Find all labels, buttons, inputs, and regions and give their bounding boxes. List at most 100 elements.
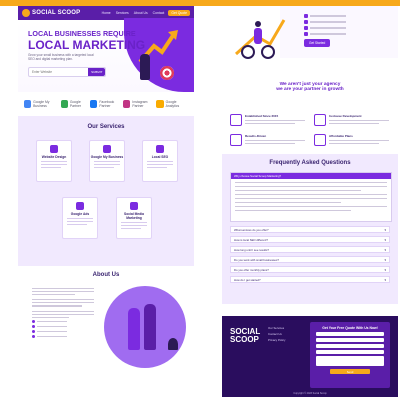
nav-link-contact[interactable]: Contact [153, 11, 165, 15]
nav-link-services[interactable]: Services [116, 11, 129, 15]
faq-heading: Frequently Asked Questions [269, 160, 351, 166]
chevron-down-icon: ▾ [384, 227, 386, 232]
footer-links: Our Services Contact Us Privacy Policy [268, 326, 285, 344]
chevron-down-icon: ▾ [384, 237, 386, 242]
feature-icon [230, 114, 242, 126]
check-icon [32, 324, 35, 328]
faq-item[interactable]: Do you work with small businesses? ▾ [230, 256, 390, 263]
faq-item[interactable]: How is local SEO different? ▾ [230, 236, 390, 243]
copyright: Copyright © 2023 Social Scoop [293, 392, 327, 395]
feature-item: Results-Driven [230, 134, 310, 150]
google-business-icon [103, 145, 111, 153]
google-analytics-icon [156, 100, 164, 108]
service-card-google-my-business[interactable]: Google My Business [89, 140, 125, 182]
about-bullet [32, 334, 94, 338]
hero-title-line2: LOCAL MARKETING [28, 38, 146, 52]
nav-link-home[interactable]: Home [102, 11, 111, 15]
instagram-icon [123, 100, 131, 108]
feature-icon [314, 134, 326, 146]
team-figure-illustration [128, 308, 140, 350]
faq-open-item[interactable]: Why choose Social Scoop Marketing? [230, 172, 392, 222]
about-bullet [32, 319, 94, 323]
check-icon [32, 334, 35, 338]
chevron-down-icon: ▾ [384, 267, 386, 272]
send-button[interactable]: Send [330, 369, 370, 374]
faq-item[interactable]: How do I get started? ▾ [230, 276, 390, 283]
footer-link[interactable]: Privacy Policy [268, 338, 285, 342]
google-partner-icon [60, 100, 68, 108]
chevron-down-icon: ▾ [384, 247, 386, 252]
service-card-social-media[interactable]: Social Media Marketing [116, 197, 152, 239]
hero-subtitle: Grow your small business with a targeted… [28, 53, 94, 62]
target-icon [160, 66, 174, 80]
logo-mark-icon [22, 9, 30, 17]
services-section: Our Services Website Design Google My Bu… [18, 116, 194, 266]
form-input[interactable] [316, 332, 384, 336]
growth-hero-section: Get Started [222, 6, 398, 76]
form-input[interactable] [316, 350, 384, 354]
faq-open-question[interactable]: Why choose Social Scoop Marketing? [231, 173, 391, 179]
bullet-icon [304, 20, 308, 24]
service-card-google-ads[interactable]: Google Ads [62, 197, 98, 239]
plant-illustration [168, 338, 178, 350]
tagline-line2: we are your partner in growth [276, 87, 344, 92]
submit-button[interactable]: SUBMIT [88, 68, 105, 76]
chevron-down-icon: ▾ [384, 277, 386, 282]
bullet-icon [304, 14, 308, 18]
form-message-input[interactable] [316, 356, 384, 366]
team-figure-illustration [144, 304, 156, 350]
feature-item: Affordable Plans [314, 134, 394, 150]
get-started-button[interactable]: Get Started [304, 39, 331, 47]
footer-link[interactable]: Our Services [268, 326, 285, 330]
faq-item[interactable]: Do you offer monthly plans? ▾ [230, 266, 390, 273]
quote-form: Get Your Free Quote With Us Now! Send [310, 322, 390, 388]
features-grid: Established Since 2015 In-House Developm… [222, 114, 398, 154]
ads-icon [76, 202, 84, 210]
partner-google-my-business: Google My Business [24, 100, 61, 108]
seo-icon [156, 145, 164, 153]
nav-cta-button[interactable]: Get Quote [168, 10, 190, 16]
facebook-icon [90, 100, 98, 108]
partner-logos: Google My Business Google Partner Facebo… [18, 92, 194, 116]
feature-item: In-House Development [314, 114, 394, 130]
faq-item[interactable]: What services do you offer? ▾ [230, 226, 390, 233]
check-icon [32, 329, 35, 333]
about-section: About Us [18, 266, 194, 397]
tagline-line1: We aren't just your agency [279, 82, 341, 87]
service-card-local-seo[interactable]: Local SEO [142, 140, 178, 182]
left-page-column: SOCIAL SCOOP Home Services About Us Cont… [18, 6, 194, 397]
about-bullet [32, 329, 94, 333]
footer-link[interactable]: Contact Us [268, 332, 285, 336]
footer: SOCIAL SCOOP Our Services Contact Us Pri… [222, 316, 398, 397]
logo-text: SOCIAL SCOOP [32, 10, 81, 16]
nav-link-about[interactable]: About Us [134, 11, 148, 15]
website-icon [50, 145, 58, 153]
hero-person-illustration [140, 54, 150, 80]
nav-links: Home Services About Us Contact [102, 11, 165, 15]
partner-facebook: Facebook Partner [90, 100, 123, 108]
form-input[interactable] [316, 338, 384, 342]
social-media-icon [130, 202, 138, 210]
about-heading: About Us [92, 272, 120, 278]
feature-item: Established Since 2015 [230, 114, 310, 130]
bullet-icon [304, 26, 308, 30]
service-card-website-design[interactable]: Website Design [36, 140, 72, 182]
hero-section: LOCAL BUSINESSES REQUIRE LOCAL MARKETING… [18, 18, 194, 92]
partner-analytics: Google Analytics [156, 100, 188, 108]
partner-instagram: Instagram Partner [123, 100, 156, 108]
services-heading: Our Services [87, 124, 125, 130]
about-text-block [32, 288, 94, 338]
footer-logo[interactable]: SOCIAL SCOOP [230, 328, 260, 344]
bike-rider-illustration [234, 19, 286, 59]
check-icon [32, 319, 35, 323]
form-input[interactable] [316, 344, 384, 348]
feature-icon [314, 114, 326, 126]
logo[interactable]: SOCIAL SCOOP [22, 9, 80, 17]
faq-item[interactable]: How long until I see results? ▾ [230, 246, 390, 253]
partner-tagline: We aren't just your agency we are your p… [222, 76, 398, 114]
faq-section: Frequently Asked Questions Why choose So… [222, 154, 398, 304]
hero-search-box: SUBMIT [28, 67, 106, 77]
quote-form-title: Get Your Free Quote With Us Now! [322, 326, 378, 330]
chevron-down-icon: ▾ [384, 257, 386, 262]
website-input[interactable] [29, 69, 89, 75]
